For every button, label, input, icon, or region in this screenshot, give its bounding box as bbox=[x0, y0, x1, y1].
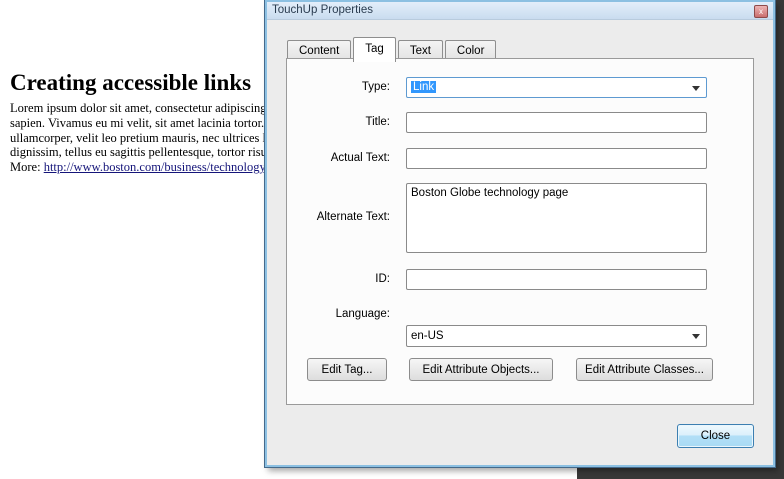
language-combobox[interactable]: en-US bbox=[406, 325, 707, 347]
alternate-text-label: Alternate Text: bbox=[287, 211, 390, 223]
edit-attribute-objects-button[interactable]: Edit Attribute Objects... bbox=[409, 358, 553, 381]
title-label: Title: bbox=[287, 116, 390, 128]
tab-tag[interactable]: Tag bbox=[353, 37, 396, 62]
language-label: Language: bbox=[287, 308, 390, 320]
tag-tab-panel: Type: Link Title: Actual Text: Alternate… bbox=[286, 58, 754, 405]
close-icon[interactable]: x bbox=[754, 5, 768, 18]
title-input[interactable] bbox=[406, 112, 707, 133]
chevron-down-icon[interactable] bbox=[692, 334, 700, 339]
actual-text-label: Actual Text: bbox=[287, 152, 390, 164]
type-label: Type: bbox=[287, 81, 390, 93]
touchup-properties-dialog: TouchUp Properties x Content Tag Text Co… bbox=[265, 0, 775, 467]
language-selected-value: en-US bbox=[411, 330, 444, 342]
edit-tag-button[interactable]: Edit Tag... bbox=[307, 358, 387, 381]
type-combobox[interactable]: Link bbox=[406, 77, 707, 98]
more-line: More: http://www.boston.com/business/tec… bbox=[10, 160, 269, 175]
more-label: More: bbox=[10, 160, 44, 174]
edit-attribute-classes-button[interactable]: Edit Attribute Classes... bbox=[576, 358, 713, 381]
type-selected-value: Link bbox=[411, 81, 436, 93]
body-line: ullamcorper, velit leo pretium mauris, n… bbox=[10, 131, 276, 146]
actual-text-input[interactable] bbox=[406, 148, 707, 169]
document-heading: Creating accessible links bbox=[10, 70, 251, 96]
alternate-text-textarea[interactable]: Boston Globe technology page bbox=[406, 183, 707, 253]
id-input[interactable] bbox=[406, 269, 707, 290]
body-line: Lorem ipsum dolor sit amet, consectetur … bbox=[10, 101, 276, 116]
dialog-titlebar[interactable]: TouchUp Properties x bbox=[267, 2, 773, 20]
id-label: ID: bbox=[287, 273, 390, 285]
chevron-down-icon[interactable] bbox=[692, 86, 700, 91]
body-line: sapien. Vivamus eu mi velit, sit amet la… bbox=[10, 116, 276, 131]
document-hyperlink[interactable]: http://www.boston.com/business/technolog… bbox=[44, 160, 270, 174]
dialog-title: TouchUp Properties bbox=[272, 4, 373, 16]
body-line: dignissim, tellus eu sagittis pellentesq… bbox=[10, 145, 276, 160]
close-button[interactable]: Close bbox=[677, 424, 754, 448]
document-body-text: Lorem ipsum dolor sit amet, consectetur … bbox=[10, 101, 276, 160]
